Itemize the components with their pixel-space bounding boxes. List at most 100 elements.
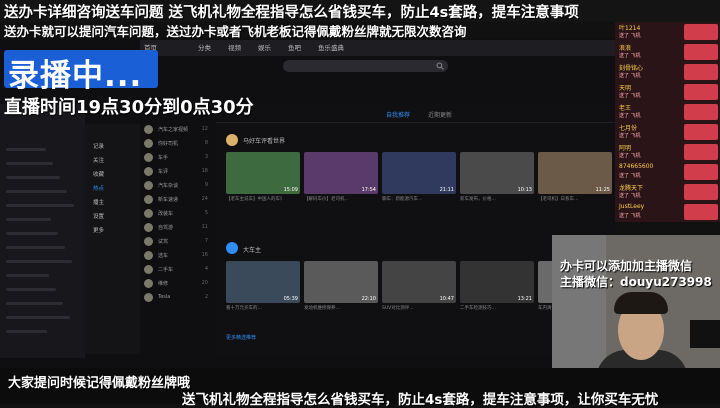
gift-message: 七月份 送了 飞机 — [615, 122, 720, 142]
channel-avatar — [144, 167, 153, 176]
channel-avatar — [144, 223, 153, 232]
video-title[interactable]: 二手车检测技巧… — [460, 305, 516, 311]
channel-item[interactable]: 汽车杂谈 9 — [144, 180, 208, 190]
rocket-icon — [684, 184, 718, 200]
video-thumbnail[interactable]: 10:47 — [382, 261, 456, 303]
menu-follow[interactable]: 关注 — [93, 156, 104, 164]
left-panel-row — [6, 218, 51, 221]
gift-message: JustLeey 送了 飞机 — [615, 202, 720, 222]
left-panel-row — [6, 162, 53, 165]
menu-hot[interactable]: 热点 — [93, 184, 104, 192]
channel-count: 3 — [204, 154, 208, 160]
channel-avatar — [144, 293, 153, 302]
gift-sender: 刻骨铭心 — [619, 65, 644, 72]
video-title[interactable]: 【老司机】日系车… — [538, 196, 594, 202]
gift-text: 送了 飞机 — [619, 213, 641, 219]
channel-name: 汽车杂谈 — [158, 183, 179, 189]
nav-fishbar[interactable]: 鱼吧 — [288, 42, 301, 52]
channel-avatar — [144, 279, 153, 288]
gift-text: 送了 飞机 — [619, 113, 641, 119]
channel-item[interactable]: 选车 16 — [144, 250, 208, 260]
channel-name: 二手车 — [158, 267, 174, 273]
menu-favorites[interactable]: 收藏 — [93, 170, 104, 178]
gift-chat-panel: 叶1214 送了 飞机 浪浪 送了 飞机 刻骨铭心 送了 飞机 天明 送了 飞机 老王 送了 飞机… — [615, 22, 720, 222]
channel-item[interactable]: 改装车 5 — [144, 208, 208, 218]
channel-name: 选车 — [158, 253, 169, 259]
channel-avatar — [144, 195, 153, 204]
nav-video[interactable]: 视频 — [228, 42, 241, 52]
gift-sender: 浪浪 — [619, 45, 632, 52]
channel-item[interactable]: Tesla 2 — [144, 292, 208, 302]
gift-message: 874665600 送了 飞机 — [615, 162, 720, 182]
channel-item[interactable]: 自驾游 11 — [144, 222, 208, 232]
channel-avatar — [144, 237, 153, 246]
video-thumbnail[interactable]: 10:13 — [460, 152, 534, 194]
gift-sender: 叶1214 — [619, 25, 641, 32]
nav-entertainment[interactable]: 娱乐 — [258, 42, 271, 52]
channel-item[interactable]: 你好司机 8 — [144, 138, 208, 148]
gift-sender: 龙腾天下 — [619, 185, 644, 192]
nav-category[interactable]: 分类 — [198, 42, 211, 52]
channel-item[interactable]: 维修 20 — [144, 278, 208, 288]
video-thumbnail[interactable]: 05:39 — [226, 261, 300, 303]
more-link[interactable]: 更多精选推荐 — [226, 334, 256, 341]
rocket-icon — [684, 44, 718, 60]
left-panel-row — [6, 302, 63, 305]
uploader-avatar[interactable] — [226, 242, 238, 254]
rocket-icon — [684, 144, 718, 160]
gift-sender: 阿明 — [619, 145, 632, 152]
uploader-avatar[interactable] — [226, 134, 238, 146]
nav-festival[interactable]: 鱼乐盛典 — [318, 42, 344, 52]
video-thumbnail[interactable]: 13:21 — [460, 261, 534, 303]
channel-count: 20 — [201, 280, 208, 286]
rocket-icon — [684, 164, 718, 180]
channel-name: 自驾游 — [158, 225, 174, 231]
channel-avatar — [144, 209, 153, 218]
left-panel-row — [6, 246, 65, 249]
video-title[interactable]: 新车发布，价格… — [460, 196, 516, 202]
uploader-name[interactable]: 马好车评看世界 — [243, 136, 285, 145]
video-duration: 10:13 — [517, 187, 532, 193]
video-title[interactable]: 发动机维修保养… — [304, 305, 360, 311]
tab-recommend[interactable]: 自我推荐 — [386, 110, 410, 119]
recording-text: 录播中... — [8, 58, 143, 94]
menu-more[interactable]: 更多 — [93, 226, 104, 234]
channel-count: 8 — [204, 140, 208, 146]
channel-item[interactable]: 试驾 7 — [144, 236, 208, 246]
menu-streamer[interactable]: 播主 — [93, 198, 104, 206]
menu-settings[interactable]: 设置 — [93, 212, 104, 220]
uploader-name[interactable]: 大车主 — [243, 245, 261, 254]
channel-item[interactable]: 新车速递 24 — [144, 194, 208, 204]
video-title[interactable]: SUV对比测评… — [382, 305, 438, 311]
live-time-text: 直播时间19点30分到0点30分 — [4, 97, 254, 118]
channel-count: 16 — [201, 252, 208, 258]
rocket-icon — [684, 104, 718, 120]
channel-item[interactable]: 二手车 4 — [144, 264, 208, 274]
menu-history[interactable]: 记录 — [93, 142, 104, 150]
gift-sender: 七月份 — [619, 125, 638, 132]
video-thumbnail[interactable]: 15:09 — [226, 152, 300, 194]
gift-sender: 天明 — [619, 85, 632, 92]
search-input[interactable] — [283, 60, 448, 72]
channel-item[interactable]: 车手 3 — [144, 152, 208, 162]
left-panel-row — [6, 274, 49, 277]
channel-avatar — [144, 265, 153, 274]
video-title[interactable]: 聊车：新能源汽车… — [382, 196, 438, 202]
rocket-icon — [684, 64, 718, 80]
video-title[interactable]: 【解码车价】老司机… — [304, 196, 360, 202]
video-title[interactable]: 看十万元买车的… — [226, 305, 282, 311]
gift-message: 刻骨铭心 送了 飞机 — [615, 62, 720, 82]
video-thumbnail[interactable]: 22:10 — [304, 261, 378, 303]
video-thumbnail[interactable]: 21:11 — [382, 152, 456, 194]
channel-list: 汽车之家视频 12 你好司机 8 车手 3 车评 18 汽车杂谈 9 新车速递 24 改装车 5 自驾游 11… — [140, 118, 210, 358]
search-icon[interactable] — [436, 62, 444, 70]
video-title[interactable]: 【老车主说车】中国人的车评… — [226, 196, 282, 202]
channel-count: 5 — [204, 210, 208, 216]
tab-recent[interactable]: 近期更新 — [428, 110, 452, 119]
channel-item[interactable]: 车评 18 — [144, 166, 208, 176]
video-thumbnail[interactable]: 11:25 — [538, 152, 612, 194]
channel-count: 24 — [201, 196, 208, 202]
streamer-hair — [614, 292, 668, 314]
video-thumbnail[interactable]: 17:54 — [304, 152, 378, 194]
channel-item[interactable]: 汽车之家视频 12 — [144, 124, 208, 134]
